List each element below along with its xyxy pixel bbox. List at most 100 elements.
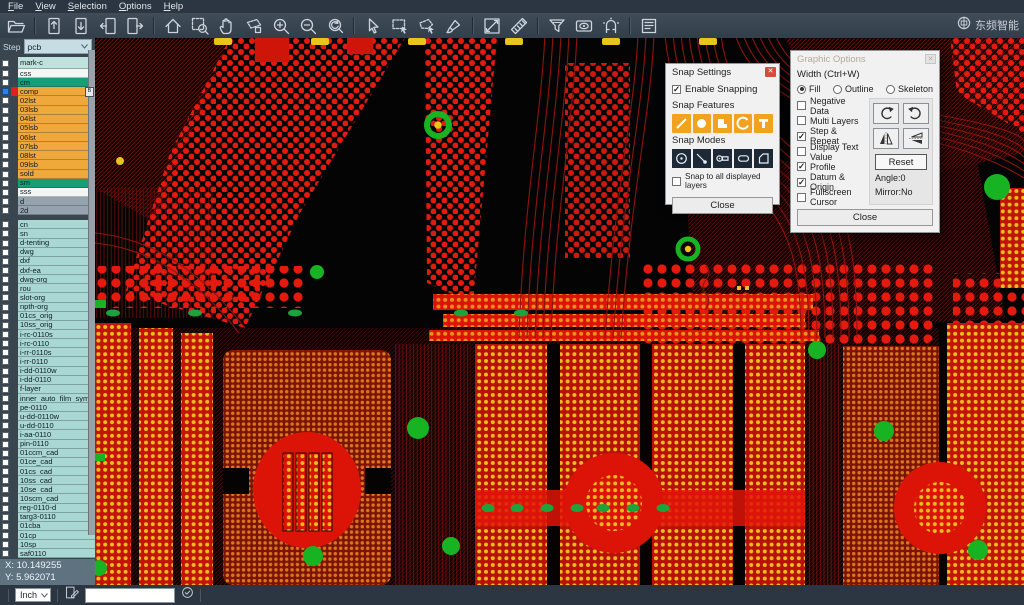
layer-row-css[interactable]: css	[0, 69, 95, 78]
graphic-option-display-text-value[interactable]: Display Text Value	[797, 144, 865, 159]
layer-row-pin-0110[interactable]: pin-0110	[0, 440, 95, 449]
layer-visibility-checkbox[interactable]	[2, 304, 9, 311]
snap-feature-pad-button[interactable]	[693, 114, 712, 133]
mirror-vertical-button[interactable]	[903, 128, 929, 149]
layer-visibility-checkbox[interactable]	[2, 97, 9, 104]
layer-row-i-rc-0110[interactable]: i-rc-0110	[0, 339, 95, 348]
unit-select[interactable]: Inch	[15, 588, 51, 602]
layer-row-i-aa-0110[interactable]: i-aa-0110	[0, 430, 95, 439]
layer-visibility-checkbox[interactable]	[2, 207, 9, 214]
select-polygon-icon[interactable]	[414, 14, 440, 37]
enable-snapping-checkbox[interactable]	[672, 85, 681, 94]
rotate-ccw-button[interactable]	[903, 103, 929, 124]
graphic-option-fullscreen-cursor[interactable]: Fullscreen Cursor	[797, 190, 865, 205]
measure-distance-icon[interactable]	[479, 14, 505, 37]
layer-row-d-tenting[interactable]: d-tenting	[0, 239, 95, 248]
checkbox-icon[interactable]	[797, 116, 806, 125]
layer-visibility-checkbox[interactable]	[2, 514, 9, 521]
layer-visibility-checkbox[interactable]	[2, 125, 9, 132]
checkbox-icon[interactable]	[797, 132, 806, 141]
layer-visibility-checkbox[interactable]	[2, 441, 9, 448]
menu-help[interactable]: Help	[160, 1, 192, 12]
layer-visibility-checkbox[interactable]	[2, 368, 9, 375]
layer-row-i-rc-0110s[interactable]: i-rc-0110s	[0, 330, 95, 339]
layer-visibility-checkbox[interactable]	[2, 541, 9, 548]
layer-row-02lst[interactable]: 02lst	[0, 96, 95, 105]
layer-visibility-checkbox[interactable]	[2, 107, 9, 114]
layer-visibility-checkbox[interactable]	[2, 340, 9, 347]
layer-row-10se_cad[interactable]: 10se_cad	[0, 485, 95, 494]
layer-row-inner_auto_film_symb[interactable]: inner_auto_film_symb	[0, 394, 95, 403]
layer-visibility-checkbox[interactable]	[2, 550, 9, 557]
layer-visibility-checkbox[interactable]	[2, 258, 9, 265]
layer-visibility-checkbox[interactable]	[2, 331, 9, 338]
layer-visibility-checkbox[interactable]	[2, 468, 9, 475]
snap-all-layers-checkbox[interactable]	[672, 177, 681, 186]
layer-row-i-rr-0110s[interactable]: i-rr-0110s	[0, 348, 95, 357]
layer-visibility-checkbox[interactable]	[2, 267, 9, 274]
layer-row-sold[interactable]: sold	[0, 170, 95, 179]
layer-row-slot-org[interactable]: slot-org	[0, 293, 95, 302]
layer-visibility-checkbox[interactable]	[2, 116, 9, 123]
layer-row-01cp[interactable]: 01cp	[0, 531, 95, 540]
checkbox-icon[interactable]	[797, 147, 806, 156]
measure-ruler-icon[interactable]	[506, 14, 532, 37]
layer-visibility-checkbox[interactable]	[2, 285, 9, 292]
layer-row-03lsb[interactable]: 03lsb	[0, 106, 95, 115]
layer-row-cm[interactable]: cm	[0, 78, 95, 87]
layer-visibility-checkbox[interactable]	[2, 459, 9, 466]
layer-visibility-checkbox[interactable]	[2, 432, 9, 439]
command-input[interactable]	[85, 588, 175, 603]
layer-visibility-checkbox[interactable]	[2, 88, 9, 95]
menu-view[interactable]: View	[31, 1, 63, 12]
width-radio-skeleton[interactable]: Skeleton	[886, 84, 933, 94]
home-view-icon[interactable]	[160, 14, 186, 37]
layer-row-dxf[interactable]: dxf	[0, 257, 95, 266]
layer-visibility-checkbox[interactable]	[2, 313, 9, 320]
layer-row-reg-0110-d[interactable]: reg-0110-d	[0, 504, 95, 513]
checkbox-icon[interactable]	[797, 101, 806, 110]
layer-row-08lst[interactable]: 08lst	[0, 151, 95, 160]
filter-icon[interactable]	[544, 14, 570, 37]
layer-row-10scm_cad[interactable]: 10scm_cad	[0, 494, 95, 503]
snap-dialog-titlebar[interactable]: Snap Settings ✕	[666, 64, 779, 79]
zoom-out-icon[interactable]	[295, 14, 321, 37]
snap-close-button[interactable]: Close	[672, 197, 773, 214]
snap-mode-corner-button[interactable]	[754, 149, 773, 168]
layer-visibility-checkbox[interactable]	[2, 386, 9, 393]
layer-visibility-checkbox[interactable]	[2, 349, 9, 356]
zoom-previous-icon[interactable]	[322, 14, 348, 37]
layer-visibility-checkbox[interactable]	[2, 180, 9, 187]
layer-visibility-checkbox[interactable]	[2, 249, 9, 256]
graphic-close-button[interactable]: Close	[797, 209, 933, 226]
checkbox-icon[interactable]	[797, 193, 806, 202]
layer-list-scrollbar[interactable]	[88, 50, 95, 535]
layer-visibility-checkbox[interactable]	[2, 322, 9, 329]
layer-row-sss[interactable]: sss	[0, 188, 95, 197]
layer-row-f-layer[interactable]: f-layer	[0, 385, 95, 394]
layer-row-01ccm_cad[interactable]: 01ccm_cad	[0, 449, 95, 458]
menu-file[interactable]: File	[4, 1, 31, 12]
layer-visibility-checkbox[interactable]	[2, 358, 9, 365]
radio-icon[interactable]	[797, 85, 806, 94]
width-radio-outline[interactable]: Outline	[833, 84, 874, 94]
snap-mode-nearest-button[interactable]	[693, 149, 712, 168]
layer-visibility-checkbox[interactable]	[2, 413, 9, 420]
layer-row-06lst[interactable]: 06lst	[0, 133, 95, 142]
layer-visibility-checkbox[interactable]	[2, 276, 9, 283]
snap-mode-slot-button[interactable]	[734, 149, 753, 168]
properties-panel-icon[interactable]	[636, 14, 662, 37]
layer-visibility-checkbox[interactable]	[2, 171, 9, 178]
layer-row-sm[interactable]: sm	[0, 179, 95, 188]
paint-icon[interactable]	[441, 14, 467, 37]
layer-row-2d[interactable]: 2d	[0, 206, 95, 215]
layer-row-rou[interactable]: rou	[0, 284, 95, 293]
layer-visibility-checkbox[interactable]	[2, 395, 9, 402]
layer-row-10sp[interactable]: 10sp	[0, 540, 95, 549]
step-select[interactable]: pcb	[24, 39, 93, 54]
layer-row-10ss_orig[interactable]: 10ss_orig	[0, 321, 95, 330]
layer-row-01cba[interactable]: 01cba	[0, 522, 95, 531]
layer-visibility-checkbox[interactable]	[2, 198, 9, 205]
layer-row-targ3-0110[interactable]: targ3-0110	[0, 513, 95, 522]
layer-row-npth-org[interactable]: npth-org	[0, 303, 95, 312]
